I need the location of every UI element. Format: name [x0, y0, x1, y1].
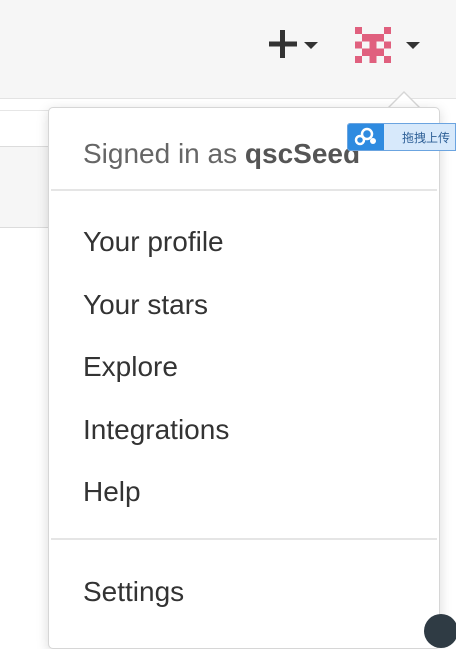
signed-in-header: Signed in as qscSeed — [83, 138, 360, 170]
menu-item-settings[interactable]: Settings — [83, 576, 184, 608]
user-menu-button[interactable] — [350, 24, 430, 68]
drag-upload-widget[interactable]: 拖拽上传 — [347, 123, 456, 151]
page-divider — [0, 110, 50, 111]
menu-item-your-stars[interactable]: Your stars — [83, 289, 208, 321]
caret-down-icon — [406, 42, 420, 49]
user-dropdown-menu: Signed in as qscSeed Your profile Your s… — [48, 107, 440, 649]
cloud-icon — [348, 124, 384, 150]
page-content-box — [0, 146, 50, 228]
dropdown-divider — [51, 189, 437, 191]
username: qscSeed — [244, 138, 361, 169]
menu-item-explore[interactable]: Explore — [83, 351, 178, 383]
caret-down-icon — [304, 42, 318, 49]
menu-item-your-profile[interactable]: Your profile — [83, 226, 224, 258]
menu-item-help[interactable]: Help — [83, 476, 141, 508]
menu-item-integrations[interactable]: Integrations — [83, 414, 229, 446]
avatar — [355, 27, 391, 63]
signed-in-prefix: Signed in as — [83, 138, 238, 169]
dropdown-divider — [51, 538, 437, 540]
dropdown-pointer-fill — [389, 93, 419, 108]
create-new-button[interactable] — [264, 26, 322, 66]
site-header — [0, 0, 456, 99]
plus-icon — [269, 30, 297, 58]
floating-widget-icon[interactable] — [424, 614, 456, 648]
drag-upload-label: 拖拽上传 — [402, 131, 451, 145]
